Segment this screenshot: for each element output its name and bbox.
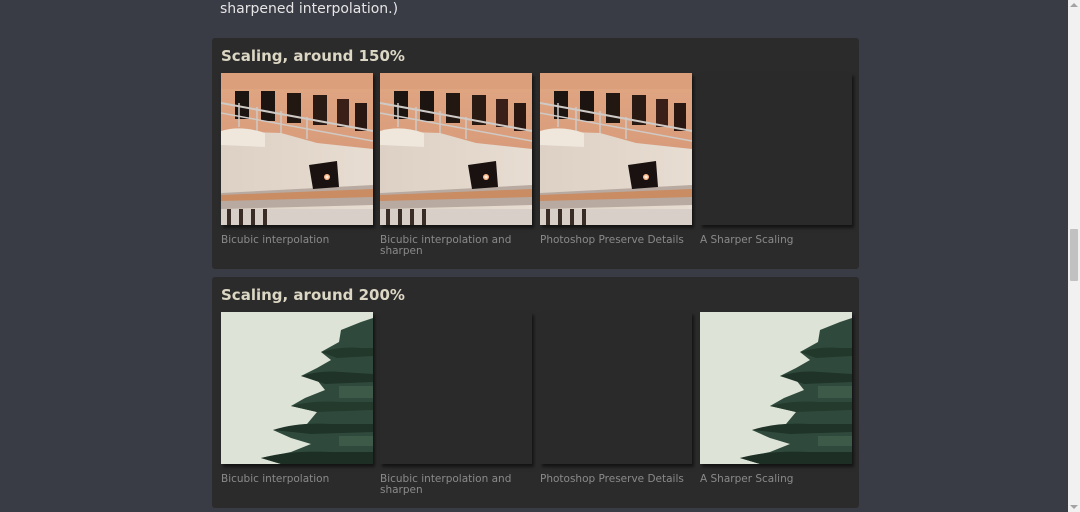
intro-text: sharpened interpolation.) bbox=[220, 0, 398, 18]
thumbnail-sharper-scaling[interactable] bbox=[700, 312, 852, 464]
intro-partial-line: sharpened interpolation.) bbox=[220, 1, 399, 17]
thumbnail-bicubic-sharpen[interactable] bbox=[380, 73, 532, 225]
scroll-down-arrow-icon[interactable] bbox=[1070, 505, 1078, 509]
scroll-up-arrow-icon[interactable] bbox=[1070, 3, 1078, 7]
caption-bicubic-sharpen: Bicubic interpolation and sharpen bbox=[380, 473, 512, 496]
caption-sharper-scaling: A Sharper Scaling bbox=[700, 473, 794, 485]
comparison-section-150: Scaling, around 150% Bicubic interpolati… bbox=[212, 38, 859, 269]
caption-photoshop-preserve-details: Photoshop Preserve Details bbox=[540, 473, 684, 485]
caption-bicubic: Bicubic interpolation bbox=[221, 234, 330, 246]
thumbnail-bicubic-sharpen[interactable] bbox=[380, 312, 532, 464]
thumbnail-bicubic[interactable] bbox=[221, 312, 373, 464]
section-title: Scaling, around 150% bbox=[221, 47, 405, 65]
scrollbar-thumb[interactable] bbox=[1070, 229, 1078, 281]
section-title: Scaling, around 200% bbox=[221, 286, 405, 304]
caption-bicubic-sharpen: Bicubic interpolation and sharpen bbox=[380, 234, 512, 257]
thumbnail-photoshop-preserve-details[interactable] bbox=[540, 312, 692, 464]
caption-sharper-scaling: A Sharper Scaling bbox=[700, 234, 794, 246]
comparison-section-200: Scaling, around 200% Bicubic interpolati… bbox=[212, 277, 859, 508]
thumbnail-sharper-scaling[interactable] bbox=[700, 73, 852, 225]
caption-photoshop-preserve-details: Photoshop Preserve Details bbox=[540, 234, 684, 246]
vertical-scrollbar[interactable] bbox=[1068, 0, 1080, 512]
caption-bicubic: Bicubic interpolation bbox=[221, 473, 330, 485]
thumbnail-bicubic[interactable] bbox=[221, 73, 373, 225]
thumbnail-photoshop-preserve-details[interactable] bbox=[540, 73, 692, 225]
